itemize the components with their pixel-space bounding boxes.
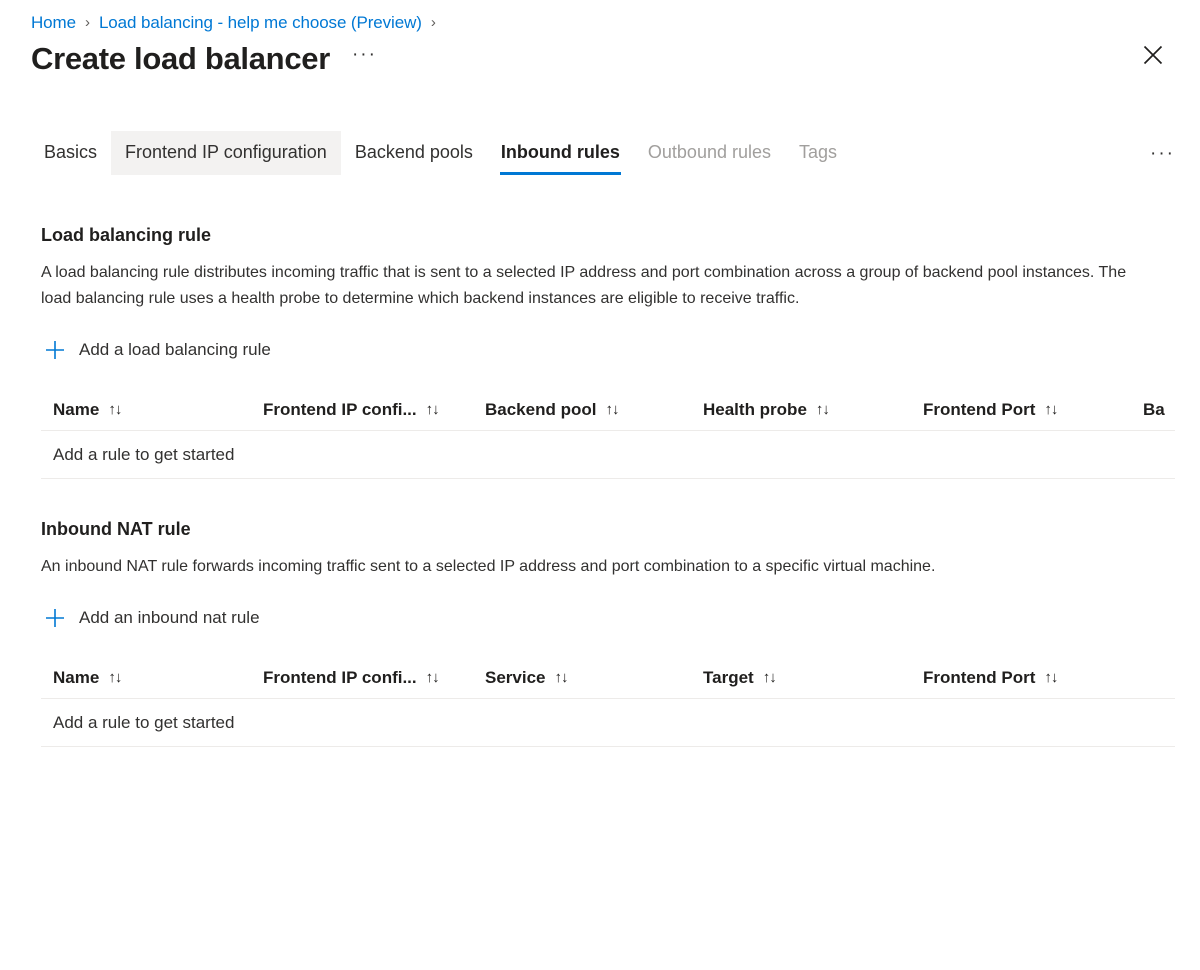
inbound-nat-rules-table: Name ↑↓ Frontend IP confi... ↑↓ Service …: [41, 657, 1175, 747]
title-row: Create load balancer ···: [0, 28, 1200, 80]
plus-icon: [41, 604, 69, 632]
sort-icon: ↑↓: [1044, 668, 1058, 686]
section-title: Inbound NAT rule: [41, 519, 191, 539]
close-icon: [1142, 44, 1164, 66]
main-content: Load balancing rule A load balancing rul…: [0, 223, 1200, 747]
add-inbound-nat-rule-button[interactable]: Add an inbound nat rule: [41, 601, 260, 635]
column-header-label: Target: [703, 667, 754, 687]
column-header-frontend-ip-config[interactable]: Frontend IP confi... ↑↓: [263, 399, 485, 421]
plus-icon: [41, 336, 69, 364]
sort-icon: ↑↓: [1044, 400, 1058, 418]
sort-icon: ↑↓: [762, 668, 777, 686]
section-description: An inbound NAT rule forwards incoming tr…: [41, 558, 936, 575]
table-header-row: Name ↑↓ Frontend IP confi... ↑↓ Service …: [41, 657, 1175, 699]
sort-icon: ↑↓: [108, 668, 122, 686]
column-header-name[interactable]: Name ↑↓: [41, 399, 263, 421]
add-link-label: Add a load balancing rule: [79, 340, 271, 359]
tab-label: Backend pools: [354, 142, 473, 162]
sort-icon: ↑↓: [815, 400, 830, 418]
column-header-label: Backend pool: [485, 399, 597, 419]
tab-basics[interactable]: Basics: [30, 131, 111, 175]
column-header-frontend-port[interactable]: Frontend Port ↑↓: [923, 399, 1143, 421]
section-title: Load balancing rule: [41, 225, 212, 245]
column-header-label: Name: [53, 667, 100, 687]
empty-state-label: Add a rule to get started: [53, 712, 235, 732]
column-header-label: Health probe: [703, 399, 807, 419]
section-description: A load balancing rule distributes incomi…: [41, 264, 1127, 307]
column-header-label: Frontend IP confi...: [263, 399, 417, 419]
tab-outbound-rules[interactable]: Outbound rules: [634, 131, 785, 175]
table-empty-state: Add a rule to get started: [41, 699, 1175, 747]
add-link-label: Add an inbound nat rule: [79, 608, 260, 627]
section-inbound-nat-rule: Inbound NAT rule An inbound NAT rule for…: [41, 517, 1175, 747]
tab-label: Inbound rules: [500, 142, 620, 162]
table-header-row: Name ↑↓ Frontend IP confi... ↑↓ Backend …: [41, 389, 1175, 431]
tab-label: Outbound rules: [647, 142, 771, 162]
column-header-label: Name: [53, 399, 100, 419]
tab-bar: Basics Frontend IP configuration Backend…: [0, 127, 1200, 175]
tab-frontend-ip-configuration[interactable]: Frontend IP configuration: [111, 131, 341, 175]
load-balancing-rules-table: Name ↑↓ Frontend IP confi... ↑↓ Backend …: [41, 389, 1175, 479]
sort-icon: ↑↓: [605, 400, 619, 418]
page-more-options-button[interactable]: ···: [352, 44, 377, 74]
column-header-label: Frontend IP confi...: [263, 667, 417, 687]
column-header-target[interactable]: Target ↑↓: [703, 667, 923, 689]
page-title: Create load balancer: [31, 40, 330, 76]
column-header-frontend-port[interactable]: Frontend Port ↑↓: [923, 667, 1143, 689]
sort-icon: ↑↓: [108, 400, 122, 418]
tab-backend-pools[interactable]: Backend pools: [341, 131, 487, 175]
tab-overflow-button[interactable]: ···: [1150, 143, 1175, 165]
sort-icon: ↑↓: [425, 400, 440, 418]
column-header-name[interactable]: Name ↑↓: [41, 667, 263, 689]
column-header-label: Ba: [1143, 399, 1165, 419]
tab-label: Basics: [44, 142, 98, 162]
column-header-label: Frontend Port: [923, 667, 1036, 687]
column-header-health-probe[interactable]: Health probe ↑↓: [703, 399, 923, 421]
close-button[interactable]: [1136, 38, 1170, 72]
tab-inbound-rules[interactable]: Inbound rules: [487, 131, 634, 175]
add-load-balancing-rule-button[interactable]: Add a load balancing rule: [41, 333, 271, 367]
sort-icon: ↑↓: [554, 668, 569, 686]
tab-label: Tags: [799, 142, 838, 162]
column-header-label: Frontend Port: [923, 399, 1036, 419]
breadcrumb: Home › Load balancing - help me choose (…: [0, 0, 1200, 32]
tab-tags[interactable]: Tags: [785, 131, 851, 175]
column-header-service[interactable]: Service ↑↓: [485, 667, 703, 689]
column-header-label: Service: [485, 667, 546, 687]
sort-icon: ↑↓: [425, 668, 440, 686]
empty-state-label: Add a rule to get started: [53, 444, 235, 464]
section-load-balancing-rule: Load balancing rule A load balancing rul…: [41, 223, 1175, 479]
column-header-backend-pool[interactable]: Backend pool ↑↓: [485, 399, 703, 421]
table-empty-state: Add a rule to get started: [41, 431, 1175, 479]
tab-label: Frontend IP configuration: [125, 142, 327, 162]
column-header-frontend-ip-config[interactable]: Frontend IP confi... ↑↓: [263, 667, 485, 689]
column-header-backend-port[interactable]: Ba: [1143, 399, 1175, 421]
